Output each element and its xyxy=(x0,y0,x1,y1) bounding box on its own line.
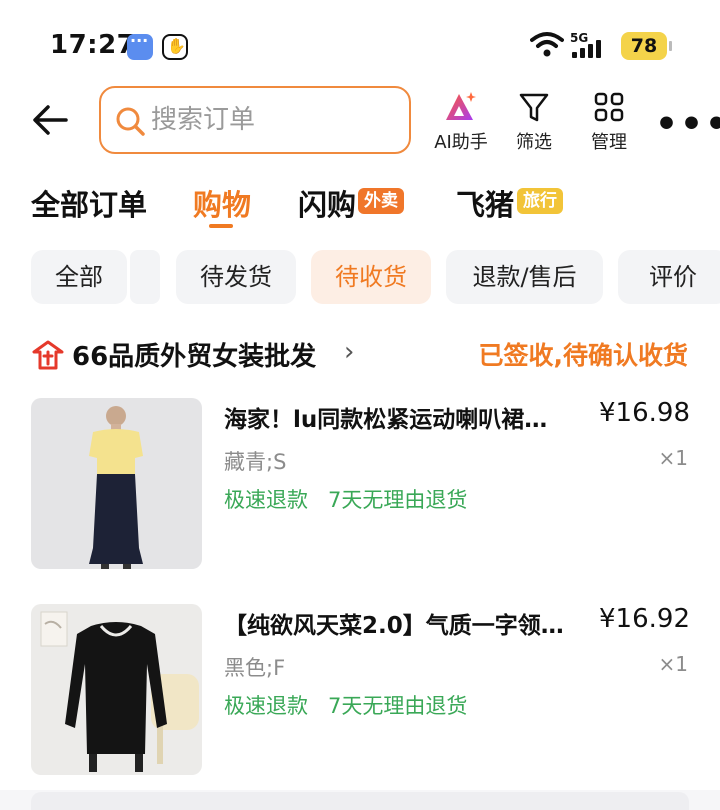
grid-icon xyxy=(594,92,624,122)
chip-to-receive[interactable]: 待收货 xyxy=(311,250,431,304)
order-card[interactable]: 66品质外贸女装批发 › 已签收,待确认收货 海家！lu同款松紧运动喇叭裙半身裙… xyxy=(0,320,720,790)
product-thumbnail[interactable] xyxy=(31,604,202,775)
chevron-right-icon[interactable]: › xyxy=(344,337,354,367)
service-tag-7day-return: 7天无理由退货 xyxy=(328,488,468,512)
takeout-badge: 外卖 xyxy=(358,188,404,214)
message-notification-icon xyxy=(127,31,153,60)
back-arrow-icon[interactable] xyxy=(30,102,70,138)
status-bar: 17:27 5G 78 xyxy=(0,0,720,90)
filter-label: 筛选 xyxy=(516,132,552,153)
service-tag-7day-return: 7天无理由退货 xyxy=(328,694,468,718)
active-tab-indicator xyxy=(209,224,233,228)
filter-button[interactable]: 筛选 xyxy=(512,90,556,154)
status-time: 17:27 xyxy=(50,30,136,60)
shop-name[interactable]: 66品质外贸女装批发 xyxy=(72,336,316,373)
chip-review[interactable]: 评价 xyxy=(618,250,720,304)
battery-icon: 78 xyxy=(621,32,672,60)
tab-fliggy[interactable]: 飞猪 xyxy=(456,182,514,224)
chip-to-ship[interactable]: 待发货 xyxy=(176,250,296,304)
order-status: 已签收,待确认收货 xyxy=(478,341,689,370)
order-item[interactable]: 【纯欲风天菜2.0】气质一字领上衣 ¥16.92 黑色;F ×1 极速退款 7天… xyxy=(0,604,720,784)
product-title[interactable]: 【纯欲风天菜2.0】气质一字领上衣 xyxy=(224,606,569,640)
order-item[interactable]: 海家！lu同款松紧运动喇叭裙半身裙 ¥16.98 藏青;S ×1 极速退款 7天… xyxy=(0,398,720,578)
search-box[interactable] xyxy=(99,86,411,154)
category-tabs: 全部订单 购物 闪购 外卖 飞猪 旅行 xyxy=(0,160,720,240)
header: AI助手 筛选 管理 ••• xyxy=(0,80,720,160)
search-input[interactable] xyxy=(151,100,391,140)
service-tag-fast-refund: 极速退款 xyxy=(224,488,308,512)
ai-assistant-label: AI助手 xyxy=(434,132,488,153)
filter-icon xyxy=(519,93,549,122)
tab-all-orders[interactable]: 全部订单 xyxy=(31,182,147,224)
shop-icon xyxy=(32,340,64,370)
wifi-icon xyxy=(530,32,564,57)
service-tag-fast-refund: 极速退款 xyxy=(224,694,308,718)
status-filter-chips: 全部 待发货 待收货 退款/售后 评价 xyxy=(0,240,720,320)
product-quantity: ×1 xyxy=(658,446,688,470)
more-icon[interactable]: ••• xyxy=(655,104,720,145)
tab-flash-buy[interactable]: 闪购 xyxy=(298,182,356,224)
product-thumbnail[interactable] xyxy=(31,398,202,569)
gesture-notification-icon xyxy=(162,34,188,60)
product-sku: 黑色;F xyxy=(224,656,286,680)
manage-label: 管理 xyxy=(591,132,627,153)
search-icon xyxy=(116,107,145,136)
travel-badge: 旅行 xyxy=(517,188,563,214)
ai-assistant-icon xyxy=(446,92,476,120)
product-price: ¥16.92 xyxy=(599,604,690,634)
chip-refund[interactable]: 退款/售后 xyxy=(446,250,603,304)
next-card-edge xyxy=(31,792,689,810)
ai-assistant-button[interactable]: AI助手 xyxy=(432,90,490,154)
chip-all[interactable]: 全部 xyxy=(31,250,127,304)
chip-scroll-fragment xyxy=(130,250,160,304)
product-price: ¥16.98 xyxy=(599,398,690,428)
product-title[interactable]: 海家！lu同款松紧运动喇叭裙半身裙 xyxy=(224,400,569,434)
product-sku: 藏青;S xyxy=(224,450,287,474)
tab-shopping[interactable]: 购物 xyxy=(193,182,251,224)
signal-icon xyxy=(572,38,601,58)
product-quantity: ×1 xyxy=(658,652,688,676)
manage-button[interactable]: 管理 xyxy=(587,90,631,154)
